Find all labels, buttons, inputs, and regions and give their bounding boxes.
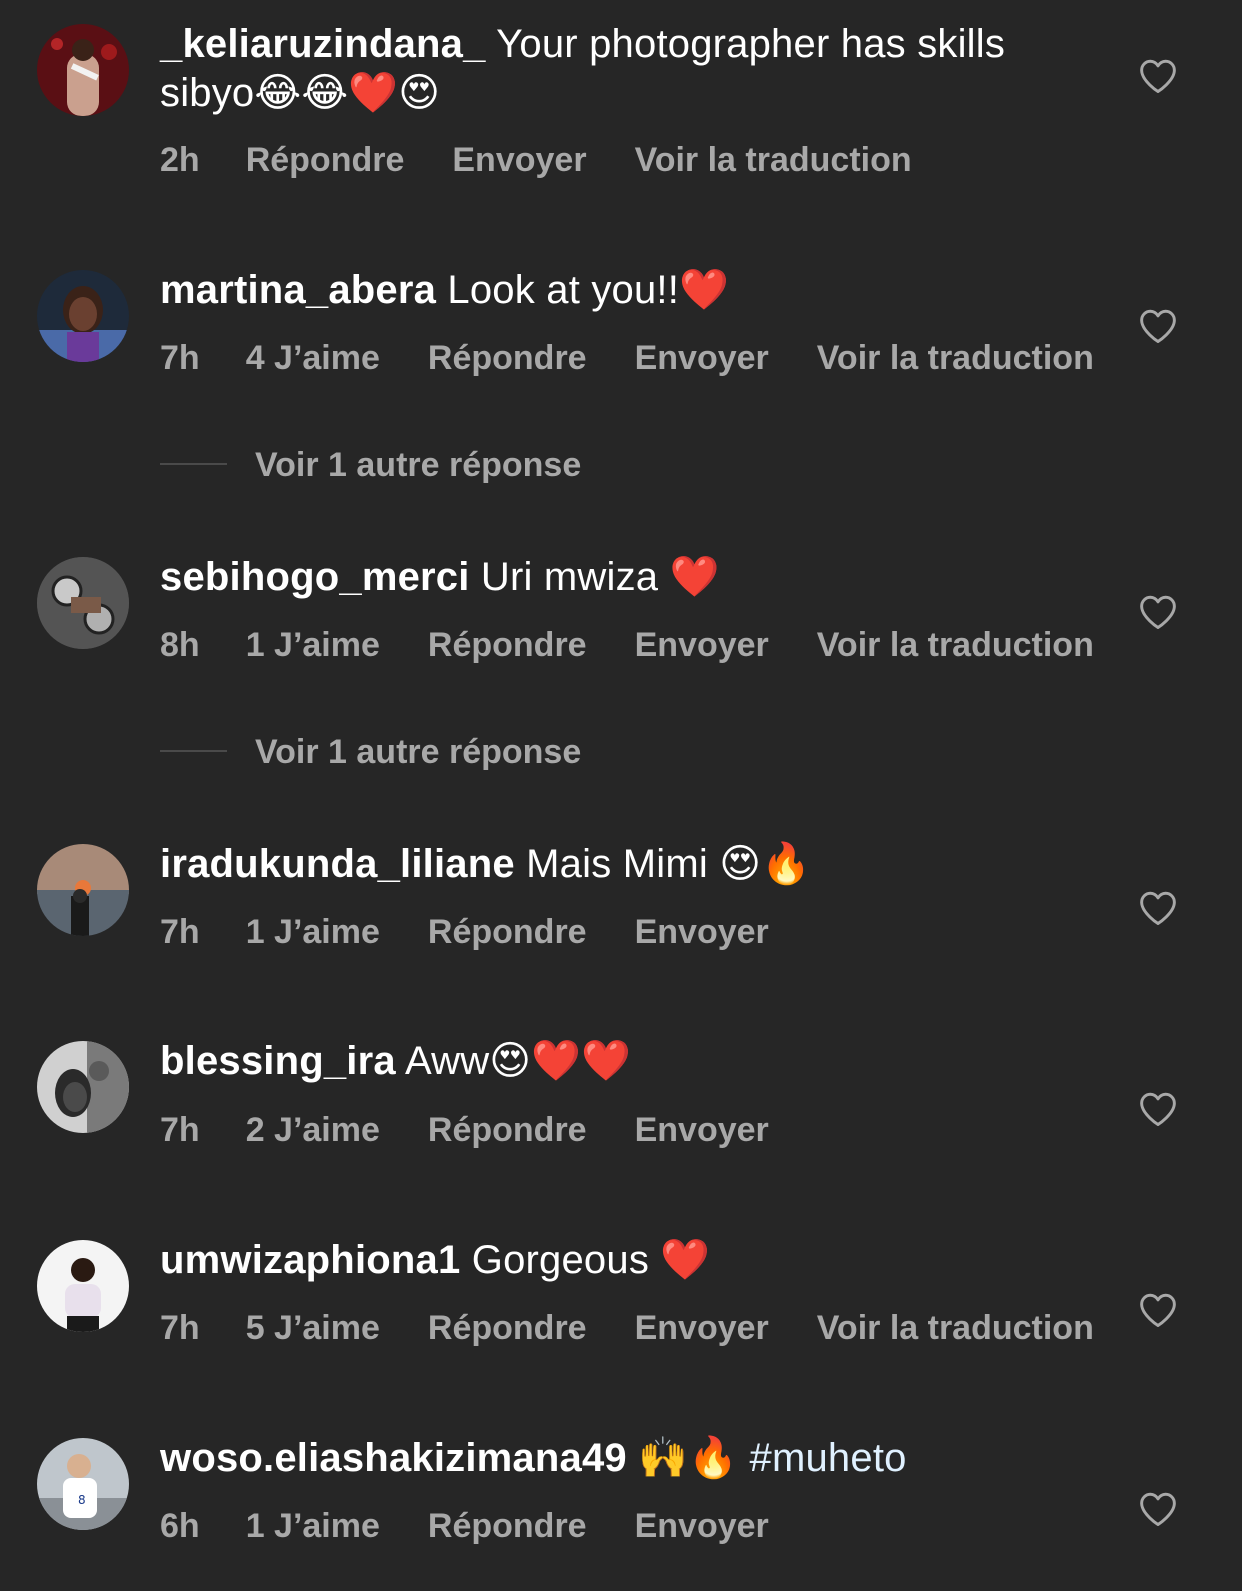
comment-body: _keliaruzindana_ Your photographer has s… xyxy=(160,20,1040,118)
reply-button[interactable]: Répondre xyxy=(428,1110,587,1150)
send-button[interactable]: Envoyer xyxy=(635,338,769,378)
reply-button[interactable]: Répondre xyxy=(428,338,587,378)
comment-text: Aww😍❤️❤️ xyxy=(404,1039,632,1083)
send-button[interactable]: Envoyer xyxy=(635,1308,769,1348)
like-heart-icon[interactable] xyxy=(1138,1091,1178,1127)
avatar[interactable] xyxy=(37,24,129,116)
comment-timestamp: 8h xyxy=(160,626,200,664)
likes-count[interactable]: 1 J’aime xyxy=(246,625,380,665)
comment-username[interactable]: sebihogo_merci xyxy=(160,555,470,599)
reply-button[interactable]: Répondre xyxy=(428,1308,587,1348)
view-replies-label: Voir 1 autre réponse xyxy=(255,446,582,484)
comment-username[interactable]: umwizaphiona1 xyxy=(160,1238,460,1282)
comment-body: sebihogo_merci Uri mwiza ❤️ xyxy=(160,553,1040,602)
send-button[interactable]: Envoyer xyxy=(635,625,769,665)
likes-count[interactable]: 2 J’aime xyxy=(246,1110,380,1150)
hashtag-link[interactable]: #muheto xyxy=(750,1436,907,1480)
comment-body: blessing_ira Aww😍❤️❤️ xyxy=(160,1037,1040,1086)
reply-button[interactable]: Répondre xyxy=(428,912,587,952)
comment-actions: 2h Répondre Envoyer Voir la traduction xyxy=(160,140,960,180)
comment-text: Uri mwiza ❤️ xyxy=(480,555,720,599)
comment-actions: 7h 2 J’aime Répondre Envoyer xyxy=(160,1110,817,1150)
view-replies-button[interactable]: Voir 1 autre réponse xyxy=(160,446,581,486)
like-heart-icon[interactable] xyxy=(1138,1292,1178,1328)
comment-timestamp: 2h xyxy=(160,141,200,179)
svg-text:8: 8 xyxy=(78,1493,86,1507)
avatar[interactable] xyxy=(37,844,129,936)
comment-text: Gorgeous ❤️ xyxy=(471,1238,711,1282)
comment-timestamp: 7h xyxy=(160,339,200,377)
avatar[interactable] xyxy=(37,1240,129,1332)
send-button[interactable]: Envoyer xyxy=(635,912,769,952)
comment-timestamp: 7h xyxy=(160,1111,200,1149)
avatar[interactable] xyxy=(37,557,129,649)
send-button[interactable]: Envoyer xyxy=(635,1506,769,1546)
avatar[interactable] xyxy=(37,270,129,362)
comment-body: iradukunda_liliane Mais Mimi 😍🔥 xyxy=(160,840,1040,889)
see-translation-button[interactable]: Voir la traduction xyxy=(817,338,1094,378)
likes-count[interactable]: 1 J’aime xyxy=(246,1506,380,1546)
comment-username[interactable]: _keliaruzindana_ xyxy=(160,22,486,66)
likes-count[interactable]: 5 J’aime xyxy=(246,1308,380,1348)
likes-count[interactable]: 1 J’aime xyxy=(246,912,380,952)
view-replies-label: Voir 1 autre réponse xyxy=(255,733,582,771)
reply-button[interactable]: Répondre xyxy=(246,140,405,180)
see-translation-button[interactable]: Voir la traduction xyxy=(817,1308,1094,1348)
view-replies-button[interactable]: Voir 1 autre réponse xyxy=(160,733,581,773)
like-heart-icon[interactable] xyxy=(1138,594,1178,630)
comment-username[interactable]: iradukunda_liliane xyxy=(160,842,515,886)
send-button[interactable]: Envoyer xyxy=(635,1110,769,1150)
comment-actions: 6h 1 J’aime Répondre Envoyer xyxy=(160,1506,817,1546)
comment-body: woso.eliashakizimana49 🙌🔥 #muheto xyxy=(160,1434,1040,1483)
like-heart-icon[interactable] xyxy=(1138,890,1178,926)
comment-actions: 7h 5 J’aime Répondre Envoyer Voir la traduct… xyxy=(160,1308,1094,1348)
comment-timestamp: 7h xyxy=(160,913,200,951)
see-translation-button[interactable]: Voir la traduction xyxy=(635,140,912,180)
comment-username[interactable]: blessing_ira xyxy=(160,1039,396,1083)
comment-timestamp: 6h xyxy=(160,1507,200,1545)
comment-username[interactable]: woso.eliashakizimana49 xyxy=(160,1436,627,1480)
like-heart-icon[interactable] xyxy=(1138,1491,1178,1527)
like-heart-icon[interactable] xyxy=(1138,308,1178,344)
comment-username[interactable]: martina_abera xyxy=(160,268,436,312)
avatar[interactable] xyxy=(37,1041,129,1133)
comment-text: Look at you!!❤️ xyxy=(447,268,730,312)
comment-body: martina_abera Look at you!!❤️ xyxy=(160,266,1040,315)
comment-text: Mais Mimi 😍🔥 xyxy=(526,842,812,886)
avatar[interactable]: 8 xyxy=(37,1438,129,1530)
comment-text: 🙌🔥 xyxy=(638,1436,739,1480)
comment-actions: 8h 1 J’aime Répondre Envoyer Voir la traduct… xyxy=(160,625,1094,665)
comment-actions: 7h 1 J’aime Répondre Envoyer xyxy=(160,912,817,952)
comment-actions: 7h 4 J’aime Répondre Envoyer Voir la traduct… xyxy=(160,338,1094,378)
likes-count[interactable]: 4 J’aime xyxy=(246,338,380,378)
like-heart-icon[interactable] xyxy=(1138,58,1178,94)
reply-button[interactable]: Répondre xyxy=(428,625,587,665)
send-button[interactable]: Envoyer xyxy=(452,140,586,180)
replies-divider xyxy=(160,463,227,466)
comment-body: umwizaphiona1 Gorgeous ❤️ xyxy=(160,1236,1040,1285)
replies-divider xyxy=(160,750,227,753)
comment-timestamp: 7h xyxy=(160,1309,200,1347)
see-translation-button[interactable]: Voir la traduction xyxy=(817,625,1094,665)
reply-button[interactable]: Répondre xyxy=(428,1506,587,1546)
